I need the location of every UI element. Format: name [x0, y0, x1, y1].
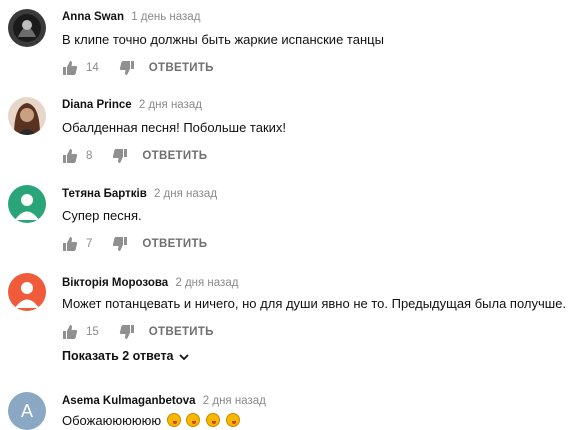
comment-actions: 8 ОТВЕТИТЬ — [62, 147, 207, 165]
comment-text: Супер песня. — [62, 208, 142, 223]
face-kiss-icon — [186, 413, 201, 427]
thumbs-up-icon[interactable] — [62, 324, 78, 340]
comment-actions: 14 ОТВЕТИТЬ — [62, 59, 214, 77]
avatar-letter: A — [20, 400, 33, 421]
like-count: 8 — [86, 150, 93, 162]
avatar[interactable] — [8, 97, 46, 135]
face-kiss-icon — [205, 413, 220, 427]
avatar[interactable] — [8, 9, 46, 47]
thumbs-up-icon[interactable] — [62, 60, 78, 76]
reply-button[interactable]: ОТВЕТИТЬ — [149, 62, 214, 74]
comment-author[interactable]: Anna Swan — [62, 11, 124, 23]
comment-meta: Тетяна Бартків 2 дня назад — [62, 187, 217, 201]
reply-button[interactable]: ОТВЕТИТЬ — [142, 150, 207, 162]
comment-time[interactable]: 2 дня назад — [139, 99, 202, 111]
comment-meta: Вікторія Морозова 2 дня назад — [62, 276, 238, 290]
like-count: 15 — [86, 326, 99, 338]
avatar[interactable] — [8, 185, 46, 223]
comment-text: Обожаюююююю — [62, 413, 162, 428]
face-kiss-icon — [225, 413, 240, 427]
comment-meta: Diana Prince 2 дня назад — [62, 98, 202, 112]
like-count: 7 — [86, 238, 93, 250]
comment-meta: Asema Kulmaganbetova 2 дня назад — [62, 394, 266, 408]
comment-actions: 15 ОТВЕТИТЬ — [62, 323, 214, 341]
thumbs-down-icon[interactable] — [112, 236, 128, 252]
thumbs-down-icon[interactable] — [119, 60, 135, 76]
comment-text-row: Обожаюююююю — [62, 412, 240, 429]
comment-text: Обалденная песня! Побольше таких! — [62, 120, 287, 135]
comment-time[interactable]: 2 дня назад — [203, 395, 266, 407]
comment-text: Может потанцевать и ничего, но для души … — [62, 296, 567, 311]
chevron-down-icon — [178, 351, 189, 361]
comment-meta: Anna Swan 1 день назад — [62, 10, 200, 24]
comment-time[interactable]: 1 день назад — [131, 11, 200, 23]
thumbs-up-icon[interactable] — [62, 236, 78, 252]
comment-author[interactable]: Diana Prince — [62, 99, 132, 111]
reply-button[interactable]: ОТВЕТИТЬ — [149, 326, 214, 338]
show-replies-label: Показать 2 ответа — [62, 349, 174, 363]
comment-actions: 7 ОТВЕТИТЬ — [62, 235, 207, 253]
comment-author[interactable]: Asema Kulmaganbetova — [62, 395, 196, 407]
comment-time[interactable]: 2 дня назад — [175, 277, 238, 289]
like-count: 14 — [86, 62, 99, 74]
avatar[interactable] — [8, 273, 46, 311]
thumbs-up-icon[interactable] — [62, 148, 78, 164]
comment-time[interactable]: 2 дня назад — [154, 188, 217, 200]
show-replies-button[interactable]: Показать 2 ответа — [62, 349, 189, 363]
thumbs-down-icon[interactable] — [119, 324, 135, 340]
comment-author[interactable]: Тетяна Бартків — [62, 188, 147, 200]
comment-text: В клипе точно должны быть жаркие испанск… — [62, 32, 384, 47]
comment-author[interactable]: Вікторія Морозова — [62, 277, 168, 289]
reply-button[interactable]: ОТВЕТИТЬ — [142, 238, 207, 250]
avatar[interactable]: A — [8, 392, 46, 430]
thumbs-down-icon[interactable] — [112, 148, 128, 164]
face-kiss-icon — [166, 413, 181, 427]
